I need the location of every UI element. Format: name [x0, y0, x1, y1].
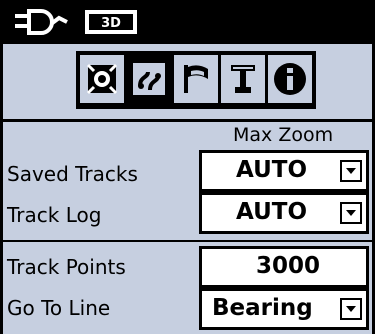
chevron-down-icon[interactable] [340, 202, 362, 224]
svg-text:3D: 3D [101, 16, 121, 31]
track-points-value: 3000 [256, 253, 321, 279]
track-points-label: Track Points [7, 255, 126, 279]
go-to-line-label: Go To Line [7, 296, 111, 320]
tab-info[interactable] [268, 55, 312, 103]
track-log-dropdown[interactable]: AUTO [199, 192, 369, 234]
info-icon [274, 63, 306, 95]
chevron-down-icon[interactable] [340, 160, 362, 182]
status-bar: 3D [3, 0, 372, 44]
go-to-line-value: Bearing [212, 295, 313, 321]
tracks-icon [133, 63, 165, 95]
max-zoom-header: Max Zoom [233, 124, 334, 146]
device-icon [15, 9, 68, 35]
saved-tracks-dropdown[interactable]: AUTO [199, 150, 369, 192]
go-to-line-dropdown[interactable]: Bearing [199, 288, 369, 330]
track-points-field[interactable]: 3000 [199, 246, 369, 288]
divider [3, 240, 372, 242]
tab-strip [76, 51, 316, 109]
settings-screen: 3D Max Zoom Saved Tracks AUTO Track Log … [0, 0, 375, 334]
track-log-label: Track Log [7, 203, 102, 227]
3d-fix-icon: 3D [85, 10, 137, 34]
tab-tracks[interactable] [127, 55, 171, 103]
flag-icon [184, 65, 208, 93]
tab-bar [3, 44, 372, 122]
saved-tracks-value: AUTO [236, 157, 308, 183]
text-icon [231, 65, 255, 93]
tab-text[interactable] [221, 55, 265, 103]
tab-routes[interactable] [174, 55, 218, 103]
crosshair-target-icon [86, 63, 118, 95]
track-log-value: AUTO [236, 199, 308, 225]
tab-map[interactable] [80, 55, 124, 103]
saved-tracks-label: Saved Tracks [7, 162, 138, 186]
chevron-down-icon[interactable] [340, 298, 362, 320]
